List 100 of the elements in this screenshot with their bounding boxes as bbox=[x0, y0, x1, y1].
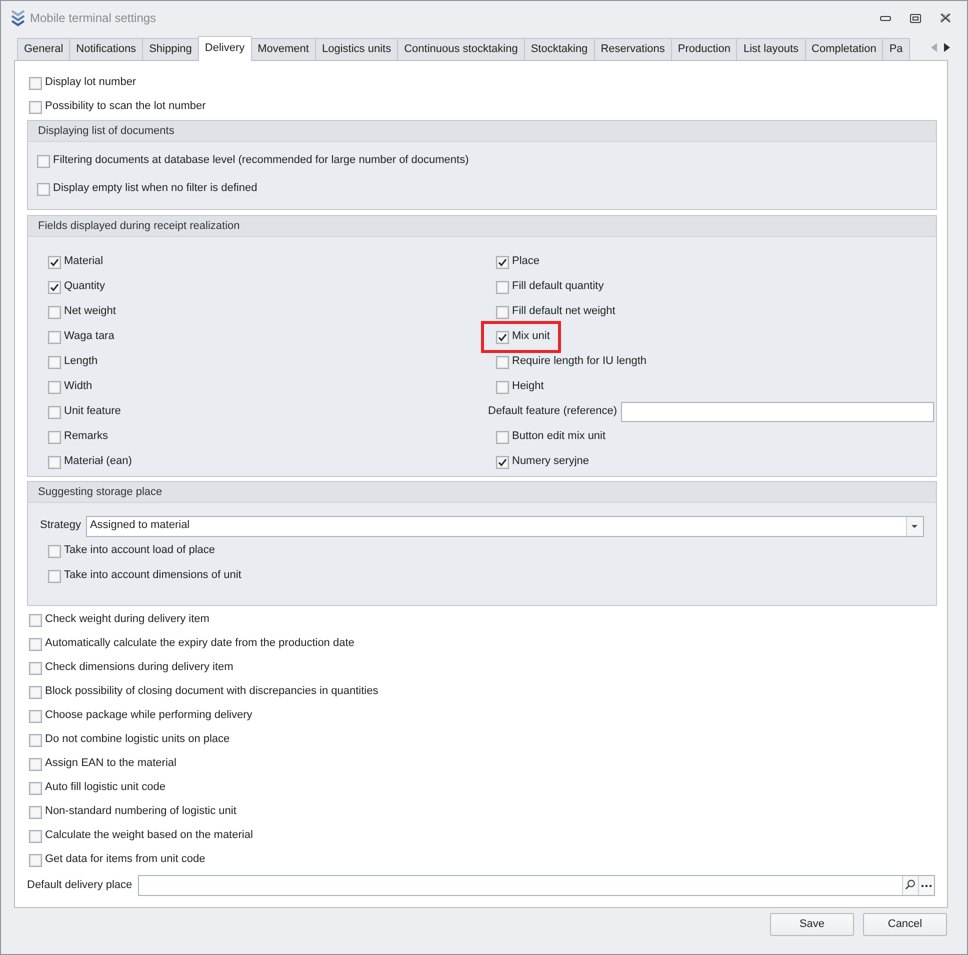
option-label: Calculate the weight based on the material bbox=[45, 829, 253, 843]
option-label: Fill default quantity bbox=[512, 280, 604, 294]
option-label: Numery seryjne bbox=[512, 455, 590, 469]
checkbox[interactable] bbox=[37, 154, 50, 168]
checkbox[interactable] bbox=[29, 830, 42, 842]
option-label: Height bbox=[512, 380, 544, 394]
option-label: Block possibility of closing document with discrepancies in quantities bbox=[45, 685, 378, 699]
maximize-icon[interactable] bbox=[910, 14, 920, 22]
group-title: Fields displayed during receipt realization bbox=[28, 216, 936, 237]
minimize-icon[interactable] bbox=[880, 16, 890, 20]
option-label: Unit feature bbox=[64, 405, 121, 419]
option-label: Possibility to scan the lot number bbox=[45, 100, 206, 114]
option-label: Length bbox=[64, 355, 98, 369]
option-label: Choose package while performing delivery bbox=[45, 709, 252, 723]
checkbox[interactable] bbox=[29, 710, 42, 722]
more-icon[interactable] bbox=[918, 876, 934, 895]
tab[interactable]: Reservations bbox=[594, 38, 671, 60]
search-icon[interactable] bbox=[902, 876, 918, 895]
checkbox[interactable] bbox=[48, 306, 61, 318]
field-label: Default feature (reference) bbox=[488, 405, 618, 419]
text-field[interactable] bbox=[621, 402, 934, 422]
option-label: Take into account dimensions of unit bbox=[64, 569, 242, 583]
tab[interactable]: Movement bbox=[250, 38, 315, 60]
checkbox[interactable] bbox=[496, 430, 509, 444]
text-field[interactable] bbox=[138, 875, 935, 896]
tab[interactable]: Stocktaking bbox=[524, 38, 594, 60]
checkbox[interactable] bbox=[496, 256, 509, 268]
field-label: Strategy bbox=[40, 519, 81, 533]
option-label: Width bbox=[64, 380, 92, 394]
checkbox[interactable] bbox=[29, 662, 42, 674]
window-title: Mobile terminal settings bbox=[30, 10, 156, 26]
option-label: Place bbox=[512, 255, 540, 269]
option-label: Mix unit bbox=[512, 330, 550, 344]
checkbox[interactable] bbox=[29, 638, 42, 650]
dialog-button[interactable]: Save bbox=[770, 913, 854, 936]
checkbox[interactable] bbox=[48, 430, 61, 444]
tab[interactable]: Completation bbox=[804, 38, 882, 60]
logo-icon bbox=[10, 9, 26, 27]
checkbox[interactable] bbox=[29, 76, 42, 90]
checkbox[interactable] bbox=[496, 330, 509, 344]
checkbox[interactable] bbox=[48, 456, 61, 468]
option-label: Quantity bbox=[64, 280, 105, 294]
checkbox[interactable] bbox=[29, 734, 42, 746]
option-label: Automatically calculate the expiry date from the production date bbox=[45, 637, 354, 651]
tab[interactable]: Continuous stocktaking bbox=[397, 38, 524, 60]
checkbox[interactable] bbox=[496, 356, 509, 368]
option-label: Assign EAN to the material bbox=[45, 757, 176, 771]
option-label: Check dimensions during delivery item bbox=[45, 661, 234, 675]
field-label: Default delivery place bbox=[27, 878, 132, 892]
group-title: Suggesting storage place bbox=[28, 482, 936, 503]
checkbox[interactable] bbox=[496, 280, 509, 294]
checkbox[interactable] bbox=[48, 280, 61, 294]
option-label: Net weight bbox=[64, 305, 116, 319]
checkbox[interactable] bbox=[48, 330, 61, 344]
checkbox[interactable] bbox=[29, 614, 42, 626]
checkbox[interactable] bbox=[48, 256, 61, 268]
checkbox[interactable] bbox=[29, 806, 42, 818]
checkbox[interactable] bbox=[48, 406, 61, 418]
tab[interactable]: List layouts bbox=[736, 38, 805, 60]
tab[interactable]: Shipping bbox=[142, 38, 198, 60]
option-label: Material bbox=[64, 255, 104, 269]
option-label: Require length for IU length bbox=[512, 355, 647, 369]
tab[interactable]: Logistics units bbox=[314, 38, 398, 60]
dialog-button[interactable]: Cancel bbox=[863, 913, 947, 936]
option-label: Button edit mix unit bbox=[512, 430, 606, 444]
checkbox[interactable] bbox=[48, 570, 61, 582]
checkbox[interactable] bbox=[29, 854, 42, 866]
checkbox[interactable] bbox=[48, 356, 61, 368]
checkbox[interactable] bbox=[496, 306, 509, 318]
tab[interactable]: Pa bbox=[882, 38, 910, 60]
option-label: Get data for items from unit code bbox=[45, 853, 206, 867]
option-label: Auto fill logistic unit code bbox=[45, 781, 166, 795]
option-label: Materiał (ean) bbox=[64, 455, 132, 469]
strategy-dropdown[interactable]: Assigned to material bbox=[86, 516, 924, 536]
option-label: Take into account load of place bbox=[64, 544, 216, 558]
option-label: Filtering documents at database level (recommended for large number of documents) bbox=[53, 154, 469, 168]
option-label: Non-standard numbering of logistic unit bbox=[45, 805, 236, 819]
right-arrow-icon[interactable] bbox=[944, 42, 950, 52]
checkbox[interactable] bbox=[48, 380, 61, 394]
option-label: Display empty list when no filter is defined bbox=[53, 182, 258, 196]
checkbox[interactable] bbox=[48, 544, 61, 558]
checkbox[interactable] bbox=[29, 758, 42, 770]
close-icon[interactable] bbox=[940, 13, 950, 23]
checkbox[interactable] bbox=[496, 380, 509, 394]
option-label: Display lot number bbox=[45, 76, 136, 90]
group-title: Displaying list of documents bbox=[28, 121, 936, 142]
option-label: Check weight during delivery item bbox=[45, 613, 210, 627]
tab[interactable]: Notifications bbox=[69, 38, 142, 60]
tab[interactable]: General bbox=[17, 38, 70, 60]
option-label: Remarks bbox=[64, 430, 108, 444]
tab[interactable]: Production bbox=[670, 38, 736, 60]
option-label: Do not combine logistic units on place bbox=[45, 733, 230, 747]
option-label: Fill default net weight bbox=[512, 305, 616, 319]
checkbox[interactable] bbox=[29, 686, 42, 698]
tab[interactable]: Delivery bbox=[198, 36, 252, 61]
checkbox[interactable] bbox=[29, 100, 42, 114]
checkbox[interactable] bbox=[496, 456, 509, 468]
checkbox[interactable] bbox=[29, 782, 42, 794]
option-label: Waga tara bbox=[64, 330, 114, 344]
checkbox[interactable] bbox=[37, 182, 50, 196]
